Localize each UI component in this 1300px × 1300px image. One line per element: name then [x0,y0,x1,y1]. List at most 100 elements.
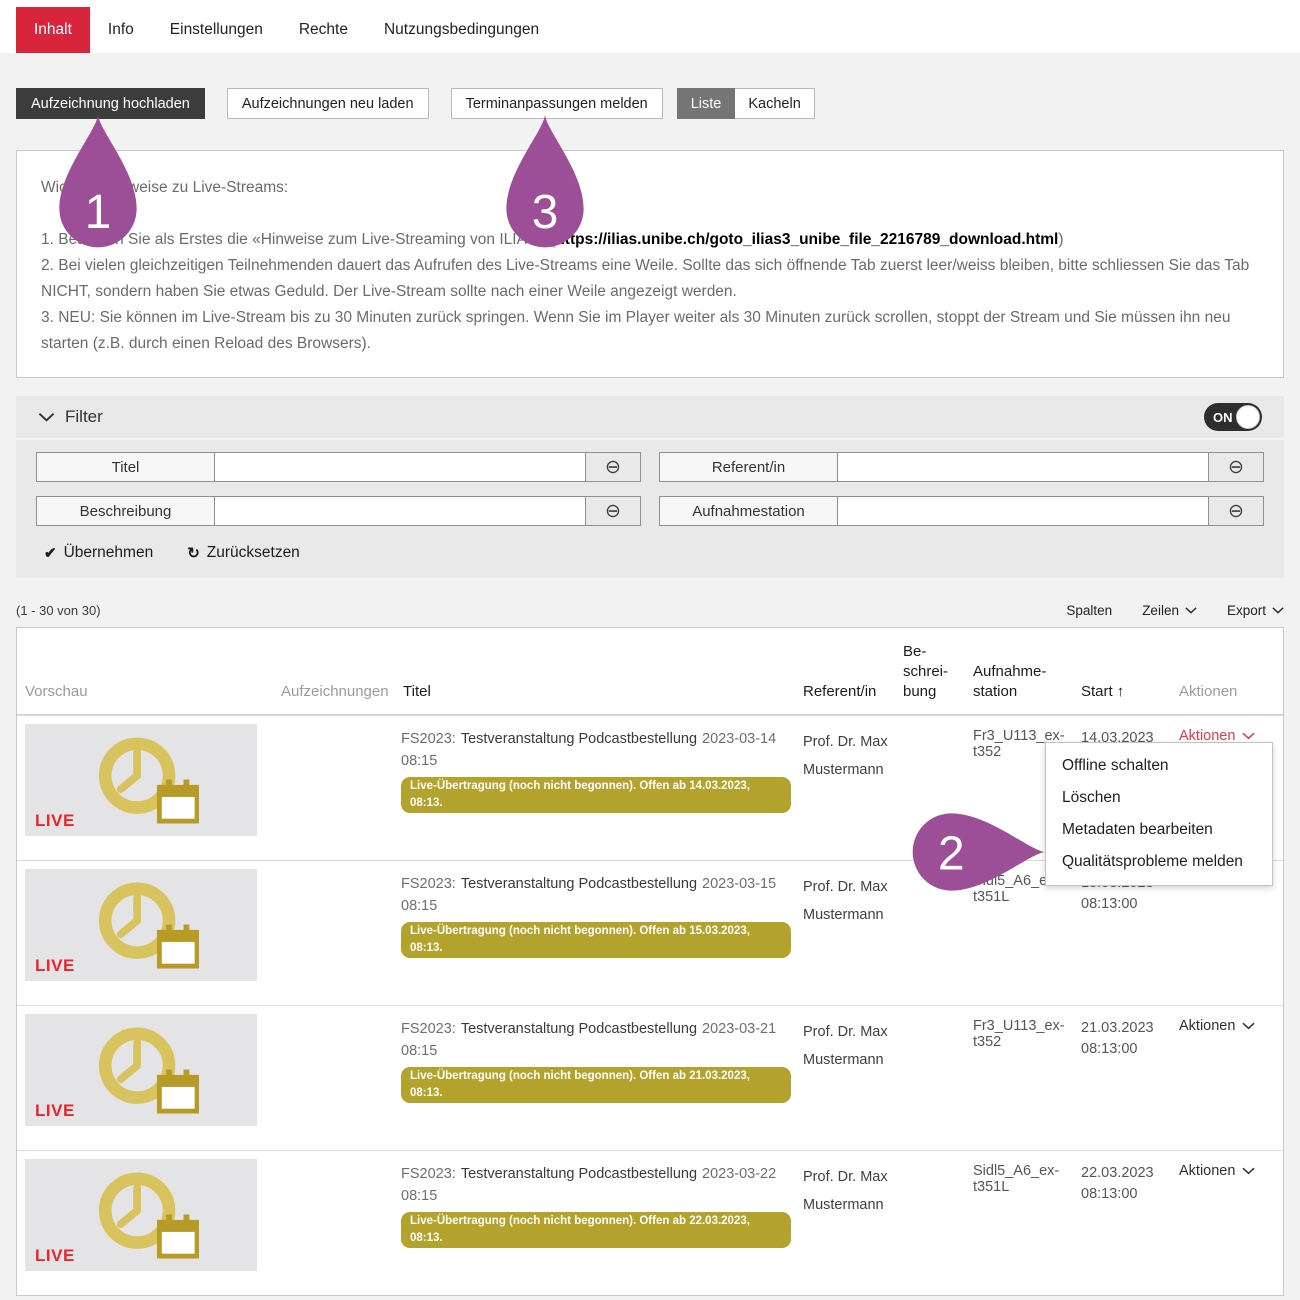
chevron-down-icon [1242,1167,1255,1175]
clock-calendar-icon [83,1022,199,1119]
tab-inhalt[interactable]: Inhalt [16,7,90,53]
toggle-on-label: ON [1213,410,1233,425]
filter-field-referent: Referent/in ⊖ [659,452,1264,482]
filter-title[interactable]: Filter [65,407,103,427]
header-vorschau: Vorschau [17,682,277,714]
chevron-down-icon [1242,1022,1255,1030]
recordings-table: Vorschau Aufzeichnun­gen Titel Referent/… [16,627,1284,1296]
beschreibung-cell [899,1006,969,1150]
table-meta: (1 - 30 von 30) Spalten Zeilen Export [16,600,1284,620]
filter-label-beschreibung: Beschreibung [37,497,215,525]
live-status-badge: Live-Übertragung (noch nicht begonnen). … [401,1212,791,1248]
recording-title: FS2023:Testveranstaltung Podcastbestellu… [401,1163,791,1207]
header-beschreibung[interactable]: Be­schrei­bung [899,642,969,714]
rows-control[interactable]: Zeilen [1142,603,1197,618]
station-cell: Fr3_U113_ex­t352 [969,1006,1077,1150]
aktionen-button[interactable]: Aktionen [1179,1163,1255,1179]
page: Inhalt Info Einstellungen Rechte Nutzung… [0,0,1300,1300]
svg-text:2: 2 [938,827,965,880]
view-tiles-button[interactable]: Kacheln [735,88,814,119]
tab-info[interactable]: Info [90,7,152,53]
header-referent[interactable]: Referent/in [799,682,899,714]
actions-context-menu: Offline schalten Löschen Metadaten bearb… [1045,742,1273,886]
toggle-knob [1236,405,1260,429]
svg-text:3: 3 [532,186,559,239]
filter-header: Filter ON [16,396,1284,440]
referent-cell: Prof. Dr. Max Mustermann [799,716,899,860]
table-row: LIVE FS2023:Testveranstaltung Podcastbes… [17,1150,1283,1295]
start-cell: 22.03.202308:13:00 [1077,1151,1175,1295]
filter-clear-button[interactable]: ⊖ [586,497,640,525]
header-start[interactable]: Start↑ [1077,682,1175,714]
recording-title: FS2023:Testveranstaltung Podcastbestellu… [401,873,791,917]
live-status-badge: Live-Übertragung (noch nicht begonnen). … [401,1067,791,1103]
preview-thumbnail[interactable]: LIVE [25,1159,257,1271]
aufzeichnungen-cell [277,1006,399,1150]
filter-field-beschreibung: Beschreibung ⊖ [36,496,641,526]
annotation-marker-3: 3 [499,112,591,252]
tab-rechte[interactable]: Rechte [281,7,366,53]
referent-cell: Prof. Dr. Max Mustermann [799,861,899,1005]
clock-calendar-icon [83,877,199,974]
recording-title: FS2023:Testveranstaltung Podcastbestellu… [401,728,791,772]
recording-title: FS2023:Testveranstaltung Podcastbestellu… [401,1018,791,1062]
annotation-marker-2: 2 [908,806,1048,898]
preview-thumbnail[interactable]: LIVE [25,1014,257,1126]
filter-field-aufnahmestation: Aufnahmestation ⊖ [659,496,1264,526]
referent-cell: Prof. Dr. Max Mustermann [799,1151,899,1295]
filter-clear-button[interactable]: ⊖ [586,453,640,481]
chevron-down-icon [1185,607,1197,614]
reset-filter-button[interactable]: ↻Zurücksetzen [187,544,300,562]
svg-text:1: 1 [85,186,112,239]
menu-item-loeschen[interactable]: Löschen [1046,782,1272,814]
filter-input-beschreibung[interactable] [215,497,586,525]
filter-input-aufnahmestation[interactable] [838,497,1209,525]
result-range-label: (1 - 30 von 30) [16,603,101,618]
table-header-row: Vorschau Aufzeichnun­gen Titel Referent/… [17,628,1283,715]
filter-clear-button[interactable]: ⊖ [1209,453,1263,481]
menu-item-offline-schalten[interactable]: Offline schalten [1046,750,1272,782]
menu-item-metadaten-bearbeiten[interactable]: Metadaten bearbeiten [1046,814,1272,846]
annotation-marker-1: 1 [52,112,144,252]
info-item-2: 2. Bei vielen gleichzeitigen Teilnehmend… [41,253,1257,305]
view-list-button[interactable]: Liste [677,88,736,119]
live-label: LIVE [35,1246,75,1266]
columns-control[interactable]: Spalten [1066,603,1112,618]
apply-filter-button[interactable]: ✔Übernehmen [44,544,153,562]
aufzeichnungen-cell [277,716,399,860]
header-titel[interactable]: Titel [399,682,799,714]
tab-einstellungen[interactable]: Einstellungen [152,7,281,53]
live-status-badge: Live-Übertragung (noch nicht begonnen). … [401,922,791,958]
export-control[interactable]: Export [1227,603,1284,618]
filter-input-referent[interactable] [838,453,1209,481]
reload-recordings-button[interactable]: Aufzeichnungen neu laden [227,88,429,119]
info-title: Wichtige Hinweise zu Live-Streams: [41,175,1257,201]
chevron-down-icon [38,412,55,422]
table-row: LIVE FS2023:Testveranstaltung Podcastbes… [17,1005,1283,1150]
aufzeichnungen-cell [277,1151,399,1295]
header-aufnahmestation[interactable]: Aufnahme­station [969,662,1077,714]
menu-item-qualitaetsprobleme-melden[interactable]: Qualitätsprobleme melden [1046,846,1272,878]
filter-actions: ✔Übernehmen ↻Zurücksetzen [44,544,1264,578]
filter-label-aufnahmestation: Aufnahmestation [660,497,838,525]
tab-nutzungsbedingungen[interactable]: Nutzungsbedingungen [366,7,557,53]
filter-input-titel[interactable] [215,453,586,481]
preview-thumbnail[interactable]: LIVE [25,724,257,836]
live-label: LIVE [35,956,75,976]
aktionen-button[interactable]: Aktionen [1179,1018,1255,1034]
filter-toggle[interactable]: ON [1204,403,1262,431]
filter-clear-button[interactable]: ⊖ [1209,497,1263,525]
filter-panel: Filter ON Titel ⊖ Referent/in ⊖ Beschrei… [16,396,1284,578]
info-item-1: 1. Beachten Sie als Erstes die «Hinweise… [41,227,1257,253]
preview-thumbnail[interactable]: LIVE [25,869,257,981]
info-item-3: 3. NEU: Sie können im Live-Stream bis zu… [41,305,1257,357]
filter-fields: Titel ⊖ Referent/in ⊖ Beschreibung ⊖ Auf… [36,452,1264,526]
table-controls: Spalten Zeilen Export [1066,603,1284,618]
filter-label-titel: Titel [37,453,215,481]
beschreibung-cell [899,1151,969,1295]
reset-icon: ↻ [187,544,200,562]
info-link[interactable]: https://ilias.unibe.ch/goto_ilias3_unibe… [555,231,1058,248]
live-status-badge: Live-Übertragung (noch nicht begonnen). … [401,777,791,813]
start-cell: 21.03.202308:13:00 [1077,1006,1175,1150]
aufzeichnungen-cell [277,861,399,1005]
